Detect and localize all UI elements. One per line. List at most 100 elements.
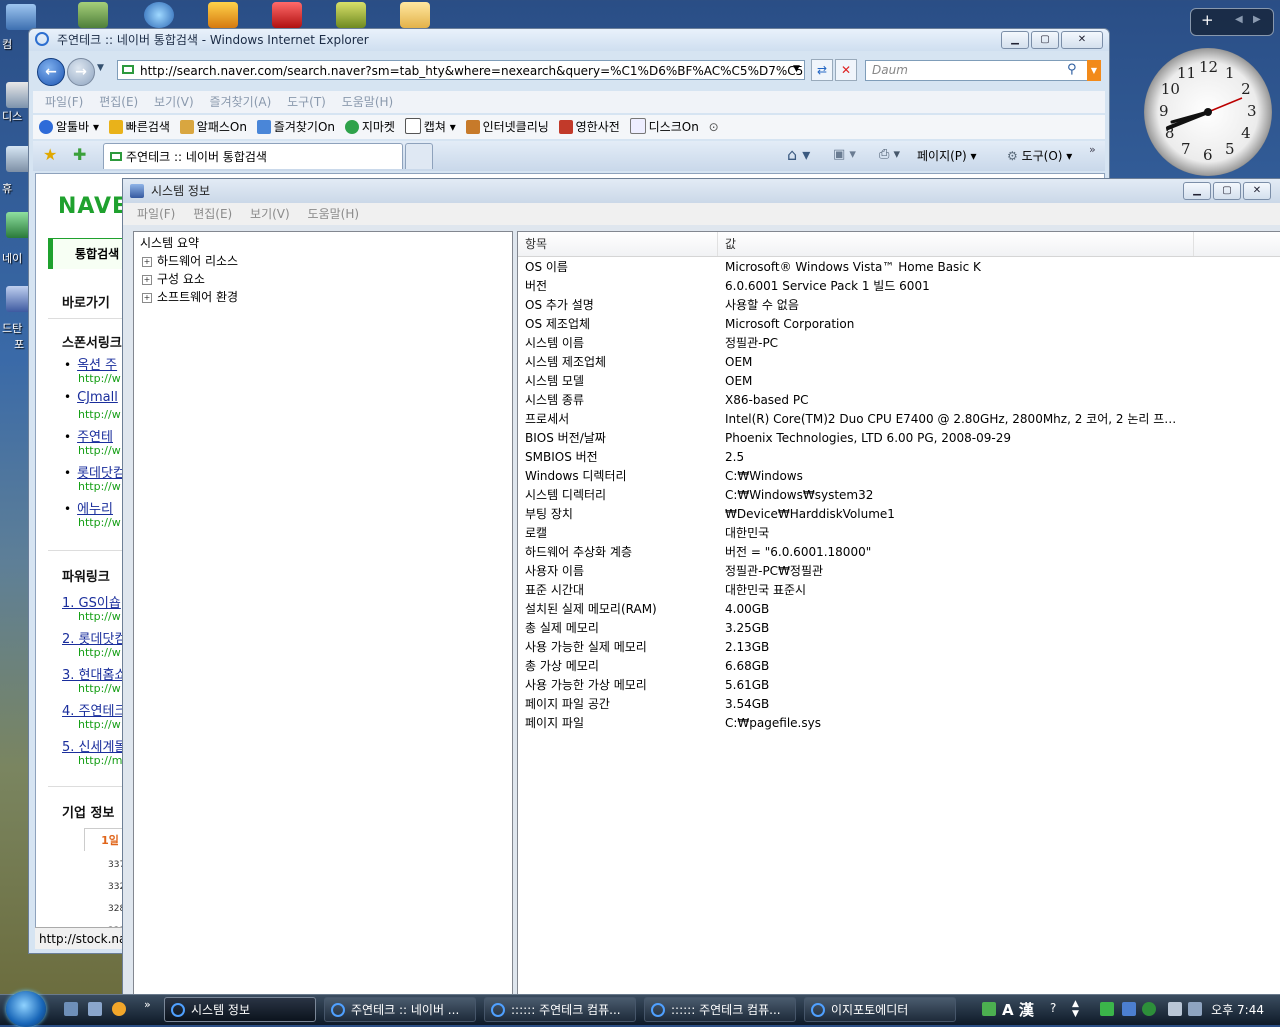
tab-naver-search[interactable]: 주연테크 :: 네이버 통합검색 bbox=[103, 143, 403, 169]
tree-item-software-environment[interactable]: + 소프트웨어 환경 bbox=[142, 288, 238, 305]
gadget-prev-icon[interactable]: ◀ bbox=[1235, 14, 1243, 25]
sponsor-link[interactable]: • 옥션 주 bbox=[64, 354, 117, 373]
naver-logo[interactable]: NAVE bbox=[58, 194, 128, 219]
menu-tools[interactable]: 도구(T) bbox=[287, 95, 326, 109]
table-row[interactable]: 페이지 파일 C:₩pagefile.sys bbox=[518, 714, 1280, 733]
sysinfo-title-bar[interactable]: 시스템 정보 ▁ ▢ ✕ bbox=[123, 179, 1280, 203]
stop-icon[interactable]: ✕ bbox=[835, 59, 857, 81]
volume-icon[interactable] bbox=[1188, 1002, 1202, 1016]
sponsor-link[interactable]: • 주연테 bbox=[64, 426, 113, 445]
tree-item-components[interactable]: + 구성 요소 bbox=[142, 270, 205, 287]
table-row[interactable]: 총 가상 메모리 6.68GB bbox=[518, 657, 1280, 676]
folder-icon[interactable] bbox=[400, 2, 430, 28]
gadget-toolbar[interactable]: + ◀ ▶ bbox=[1190, 8, 1274, 36]
more-toolbar-icon[interactable]: ⊙ bbox=[709, 120, 719, 134]
capture-button[interactable]: 캡쳐 ▾ bbox=[404, 118, 456, 134]
quicklaunch-overflow-icon[interactable]: » bbox=[144, 998, 151, 1011]
refresh-icon[interactable]: ⇄ bbox=[811, 59, 833, 81]
taskbar-clock[interactable]: 오후 7:44 bbox=[1211, 995, 1264, 1025]
network-icon[interactable] bbox=[144, 2, 174, 28]
ime-indicator[interactable]: A 漢 bbox=[1002, 999, 1034, 1020]
network-tray-icon[interactable] bbox=[1168, 1002, 1182, 1016]
table-row[interactable]: 프로세서 Intel(R) Core(TM)2 Duo CPU E7400 @ 2… bbox=[518, 410, 1280, 429]
favorites-center-icon[interactable]: ★ bbox=[43, 145, 57, 164]
table-row[interactable]: 설치된 실제 메모리(RAM) 4.00GB bbox=[518, 600, 1280, 619]
table-row[interactable]: 시스템 제조업체 OEM bbox=[518, 353, 1280, 372]
home-icon[interactable]: ⌂ ▾ bbox=[787, 145, 810, 164]
tools-menu-button[interactable]: ⚙ 도구(O) ▾ bbox=[1007, 147, 1072, 164]
language-bar-icon[interactable] bbox=[982, 1002, 996, 1016]
table-row[interactable]: 시스템 모델 OEM bbox=[518, 372, 1280, 391]
menu-edit[interactable]: 편집(E) bbox=[193, 207, 232, 221]
menu-help[interactable]: 도움말(H) bbox=[308, 207, 360, 221]
gmarket-button[interactable]: 지마켓 bbox=[344, 120, 395, 134]
table-row[interactable]: BIOS 버전/날짜 Phoenix Technologies, LTD 6.00… bbox=[518, 429, 1280, 448]
table-row[interactable]: 부팅 장치 ₩Device₩HarddiskVolume1 bbox=[518, 505, 1280, 524]
sponsor-link[interactable]: • CJmall bbox=[64, 390, 118, 405]
taskbar-button[interactable]: 이지포토에디터 bbox=[804, 997, 956, 1022]
dictionary-button[interactable]: 영한사전 bbox=[558, 120, 620, 134]
red-app-icon[interactable] bbox=[272, 2, 302, 28]
table-row[interactable]: 로캘 대한민국 bbox=[518, 524, 1280, 543]
alpass-button[interactable]: 알패스On bbox=[179, 120, 247, 134]
media-player-icon[interactable] bbox=[112, 1002, 126, 1016]
power-link[interactable]: 2. 롯데닷컴 bbox=[62, 628, 126, 647]
computer-icon[interactable] bbox=[6, 4, 36, 30]
category-tree[interactable]: 시스템 요약 + 하드웨어 리소스 + 구성 요소 + 소프트웨어 환경 bbox=[133, 231, 513, 997]
photo-editor-icon[interactable] bbox=[208, 2, 238, 28]
sponsor-link[interactable]: • 에누리 bbox=[64, 498, 113, 517]
address-bar[interactable]: http://search.naver.com/search.naver?sm=… bbox=[117, 60, 805, 80]
table-row[interactable]: OS 추가 설명 사용할 수 없음 bbox=[518, 296, 1280, 315]
address-dropdown-icon[interactable]: ▼ bbox=[793, 64, 800, 74]
disk-on-button[interactable]: 디스크On bbox=[629, 118, 699, 134]
add-favorite-icon[interactable]: ✚ bbox=[73, 145, 86, 164]
table-row[interactable]: 표준 시간대 대한민국 표준시 bbox=[518, 581, 1280, 600]
power-link[interactable]: 4. 주연테크 bbox=[62, 700, 126, 719]
show-desktop-icon[interactable] bbox=[64, 1002, 78, 1016]
help-icon[interactable]: ? bbox=[1050, 1001, 1056, 1015]
minimize-button[interactable]: ▁ bbox=[1183, 182, 1211, 200]
clock-gadget[interactable]: 12 1 2 3 4 5 6 7 8 9 10 11 bbox=[1144, 48, 1272, 176]
history-dropdown-icon[interactable]: ▼ bbox=[97, 63, 104, 73]
tree-item-system-summary[interactable]: 시스템 요약 bbox=[140, 234, 199, 251]
table-row[interactable]: 버전 6.0.6001 Service Pack 1 빌드 6001 bbox=[518, 277, 1280, 296]
menu-file[interactable]: 파일(F) bbox=[45, 95, 83, 109]
ie-title-bar[interactable]: 주연테크 :: 네이버 통합검색 - Windows Internet Expl… bbox=[29, 29, 1109, 51]
expand-icon[interactable]: + bbox=[142, 257, 152, 267]
taskbar-button[interactable]: 시스템 정보 bbox=[164, 997, 316, 1022]
page-menu-button[interactable]: 페이지(P) ▾ bbox=[917, 147, 977, 164]
menu-file[interactable]: 파일(F) bbox=[137, 207, 175, 221]
green-app-icon[interactable] bbox=[336, 2, 366, 28]
toolbar-overflow-icon[interactable]: » bbox=[1089, 143, 1096, 156]
table-row[interactable]: OS 이름 Microsoft® Windows Vista™ Home Basi… bbox=[518, 258, 1280, 277]
maximize-button[interactable]: ▢ bbox=[1031, 31, 1059, 49]
taskbar-button[interactable]: :::::: 주연테크 컴퓨... bbox=[644, 997, 796, 1022]
table-row[interactable]: OS 제조업체 Microsoft Corporation bbox=[518, 315, 1280, 334]
power-link[interactable]: 5. 신세계몰 bbox=[62, 736, 126, 755]
menu-help[interactable]: 도움말(H) bbox=[342, 95, 394, 109]
tray-expand-icon[interactable]: ▲ ▼ bbox=[1072, 999, 1079, 1019]
shield-icon[interactable] bbox=[1142, 1002, 1156, 1016]
tree-item-hardware-resources[interactable]: + 하드웨어 리소스 bbox=[142, 252, 238, 269]
feeds-icon[interactable]: ▣ ▾ bbox=[833, 147, 856, 162]
print-icon[interactable]: ⎙ ▾ bbox=[879, 147, 900, 162]
expand-icon[interactable]: + bbox=[142, 275, 152, 285]
search-input[interactable]: Daum bbox=[865, 60, 1101, 81]
menu-view[interactable]: 보기(V) bbox=[154, 95, 194, 109]
table-row[interactable]: 시스템 디렉터리 C:₩Windows₩system32 bbox=[518, 486, 1280, 505]
power-link[interactable]: 1. GS이숍 bbox=[62, 592, 121, 611]
start-button[interactable] bbox=[6, 991, 46, 1027]
column-header-value[interactable]: 값 bbox=[718, 232, 1194, 256]
favorites-on-button[interactable]: 즐겨찾기On bbox=[256, 120, 335, 134]
altoolbar-button[interactable]: 알툴바 ▾ bbox=[39, 120, 99, 134]
quick-search-button[interactable]: 빠른검색 bbox=[108, 120, 170, 134]
table-row[interactable]: 시스템 이름 정필관-PC bbox=[518, 334, 1280, 353]
add-gadget-icon[interactable]: + bbox=[1201, 11, 1214, 29]
table-row[interactable]: 페이지 파일 공간 3.54GB bbox=[518, 695, 1280, 714]
menu-edit[interactable]: 편집(E) bbox=[99, 95, 138, 109]
expand-icon[interactable]: + bbox=[142, 293, 152, 303]
sponsor-link[interactable]: • 롯데닷컴 bbox=[64, 462, 125, 481]
back-button[interactable]: ← bbox=[37, 58, 65, 86]
table-row[interactable]: Windows 디렉터리 C:₩Windows bbox=[518, 467, 1280, 486]
new-tab-button[interactable] bbox=[405, 143, 433, 169]
